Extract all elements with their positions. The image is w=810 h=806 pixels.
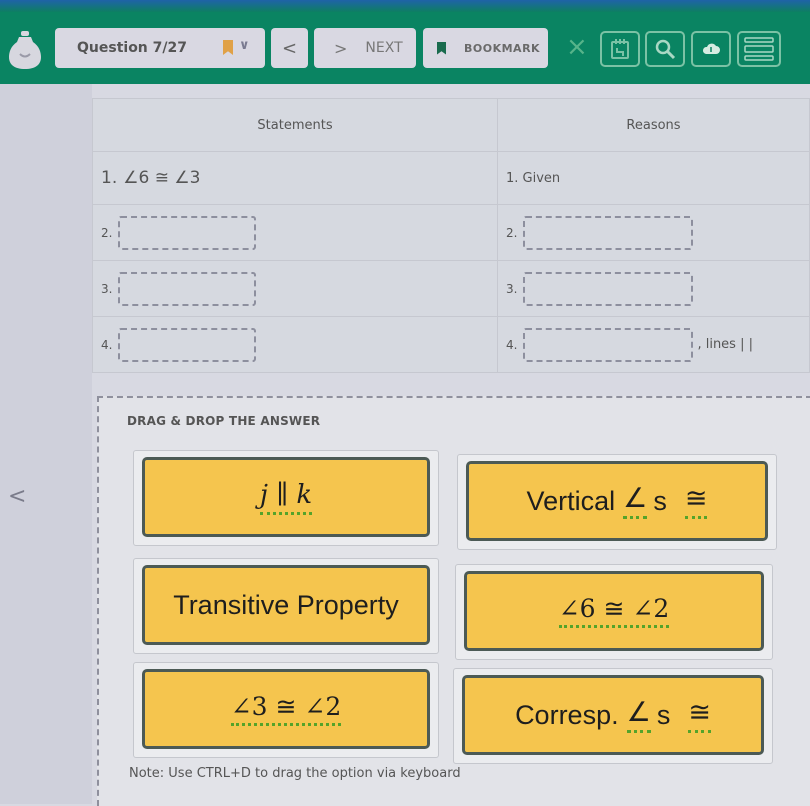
- table-row: 4. 4. , lines | |: [92, 316, 810, 373]
- row-number: 4.: [506, 337, 518, 352]
- question-selector[interactable]: Question 7/27 ∨: [55, 28, 265, 68]
- answer-slot: ∠6 ≅ ∠2: [455, 564, 773, 660]
- option-label: Transitive Property: [173, 589, 399, 620]
- row-number: 1.: [101, 168, 118, 188]
- option-label: ∠6 ≅ ∠2: [558, 594, 670, 628]
- answer-option-angle6-congruent-angle2[interactable]: ∠6 ≅ ∠2: [464, 571, 764, 651]
- congruent-symbol: ≅: [684, 483, 708, 519]
- answer-option-transitive-property[interactable]: Transitive Property: [142, 565, 430, 645]
- table-row: 3. 3.: [92, 260, 810, 317]
- cloud-icon: [702, 43, 720, 54]
- option-label: Vertical: [526, 485, 616, 516]
- search-icon: [655, 39, 676, 60]
- upload-button[interactable]: [691, 31, 731, 67]
- statement-text: ∠6 ≅ ∠3: [123, 168, 201, 188]
- header-statements: Statements: [92, 98, 498, 152]
- menu-button[interactable]: [737, 31, 781, 67]
- reason-text: 1. Given: [506, 170, 561, 186]
- bookmark-button[interactable]: BOOKMARK: [423, 28, 548, 68]
- statement-drop-zone[interactable]: [118, 327, 257, 362]
- answer-option-j-parallel-k[interactable]: j ∥ k: [142, 457, 430, 537]
- answer-slot: ∠3 ≅ ∠2: [133, 662, 439, 758]
- reason-drop-zone[interactable]: [523, 327, 694, 362]
- answer-option-corresponding-angles[interactable]: Corresp. ∠ s ≅: [462, 675, 764, 755]
- toolbar: Question 7/27 ∨ < > NEXT BOOKMARK ×: [0, 12, 810, 84]
- search-button[interactable]: [645, 31, 685, 67]
- notepad-icon: [611, 39, 629, 59]
- next-label: NEXT: [365, 40, 403, 56]
- row-number: 3.: [101, 281, 113, 296]
- window-top-strip: [0, 0, 810, 12]
- close-icon[interactable]: ×: [566, 32, 588, 62]
- answer-slot: Vertical ∠ s ≅: [457, 454, 777, 550]
- row-number: 2.: [101, 225, 113, 240]
- answer-title: DRAG & DROP THE ANSWER: [127, 414, 321, 428]
- angle-symbol: ∠: [626, 697, 651, 733]
- chevron-left-icon[interactable]: <: [8, 484, 26, 509]
- logo-icon: [9, 31, 41, 69]
- header-reasons: Reasons: [497, 98, 810, 152]
- keyboard-note: Note: Use CTRL+D to drag the option via …: [129, 766, 461, 781]
- option-label: ∠3 ≅ ∠2: [230, 692, 342, 726]
- statement-drop-zone[interactable]: [118, 215, 257, 250]
- bookmark-icon: [437, 41, 446, 55]
- answer-area: DRAG & DROP THE ANSWER j ∥ k Vertical ∠ …: [97, 396, 810, 806]
- option-label: j ∥ k: [259, 480, 313, 515]
- menu-icon: [744, 37, 774, 61]
- chevron-down-icon: ∨: [239, 38, 250, 53]
- bookmark-label: BOOKMARK: [464, 41, 541, 55]
- row-number: 4.: [101, 337, 113, 352]
- congruent-symbol: ≅: [688, 697, 711, 733]
- angle-symbol: ∠: [623, 483, 648, 519]
- answer-slot: Transitive Property: [133, 558, 439, 654]
- reason-drop-zone[interactable]: [523, 215, 694, 250]
- notepad-button[interactable]: [600, 31, 640, 67]
- previous-button[interactable]: <: [271, 28, 308, 68]
- table-row: 2. 2.: [92, 204, 810, 261]
- plural-s: s: [656, 699, 671, 730]
- table-row: 1. ∠6 ≅ ∠3 1. Given: [92, 151, 810, 205]
- answer-option-angle3-congruent-angle2[interactable]: ∠3 ≅ ∠2: [142, 669, 430, 749]
- row-number: 3.: [506, 281, 518, 296]
- chevron-left-icon: <: [281, 37, 298, 59]
- row-number: 2.: [506, 225, 518, 240]
- answer-slot: j ∥ k: [133, 450, 439, 546]
- answer-option-vertical-angles[interactable]: Vertical ∠ s ≅: [466, 461, 768, 541]
- reason-drop-zone[interactable]: [523, 271, 694, 306]
- statement-drop-zone[interactable]: [118, 271, 257, 306]
- reason-suffix: , lines | |: [697, 337, 753, 352]
- next-button[interactable]: > NEXT: [314, 28, 416, 68]
- option-label: Corresp.: [515, 699, 619, 730]
- proof-table: Statements Reasons 1. ∠6 ≅ ∠3 1. Given 2…: [92, 98, 810, 373]
- bookmark-flag-icon: [223, 40, 233, 55]
- chevron-right-icon: >: [334, 38, 348, 58]
- left-panel: <: [0, 84, 92, 804]
- answer-slot: Corresp. ∠ s ≅: [453, 668, 773, 764]
- plural-s: s: [653, 485, 667, 516]
- question-label: Question 7/27: [77, 40, 187, 56]
